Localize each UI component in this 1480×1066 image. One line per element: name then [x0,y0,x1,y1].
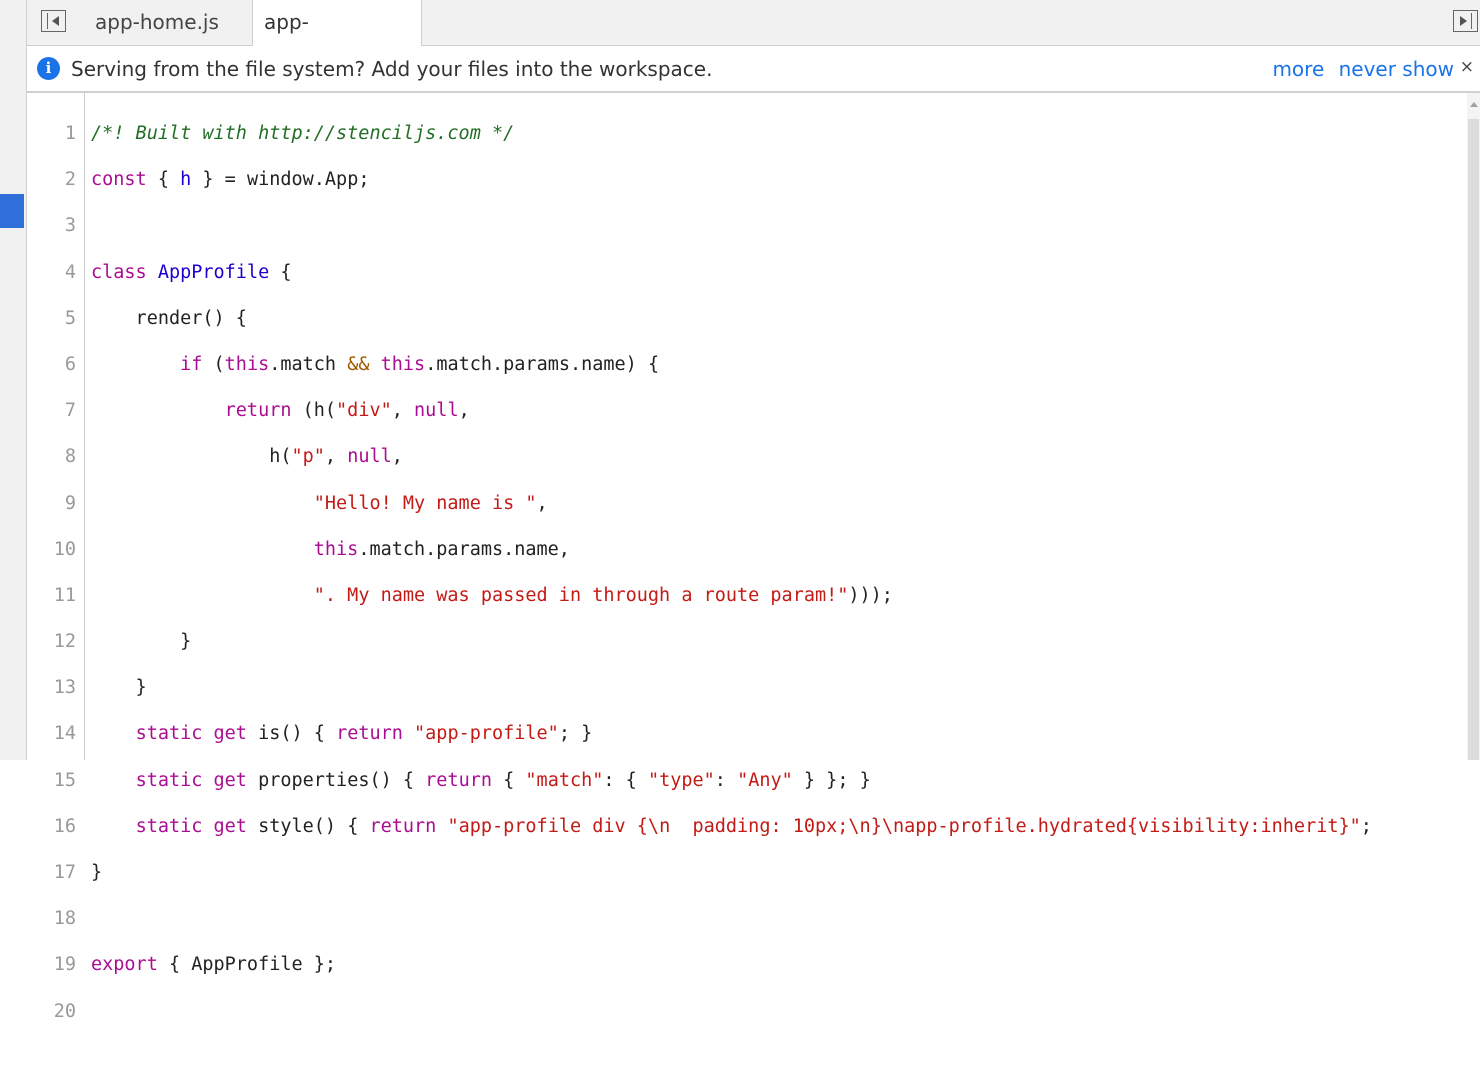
line-number: 17 [53,862,76,883]
more-link[interactable]: more [1272,57,1324,81]
line-number: 11 [53,584,76,606]
tab-app-home[interactable]: app-home.js [84,0,252,45]
code-line: 4 class AppProfile { [65,260,1372,285]
line-number: 14 [53,723,76,745]
left-panel-gutter [0,0,27,760]
line-number: 19 [53,954,76,976]
line-number: 8 [64,446,76,468]
tab-app-profile[interactable]: app-profile.js× [252,0,422,79]
infobar-message: Serving from the file system? Add your f… [71,57,713,81]
line-number-gutter [27,93,85,760]
toggle-navigator-icon[interactable] [41,10,66,32]
code-editor[interactable]: 1/*! Built with http://stenciljs.com */ … [27,93,1480,1022]
line-number: 5 [64,307,76,329]
line-number: 4 [64,261,76,283]
line-number: 6 [64,353,76,375]
line-number: 12 [53,631,76,653]
line-number: 13 [53,677,76,699]
code-line: 13 } [54,675,1372,700]
info-icon: i [37,57,60,80]
line-number: 9 [64,492,76,514]
code-line: 17} [54,860,1372,885]
code-line: 5 render() { [65,306,1372,331]
line-number: 7 [64,400,76,422]
close-icon[interactable]: × [1460,46,1474,88]
code-line: 18 [54,906,1372,931]
tab-bar: app-home.js app-profile.js× [27,0,1480,79]
code-line: 11 ". My name was passed in through a ro… [54,583,1372,608]
left-panel-marker [0,194,24,228]
code-line: 15 static get properties() { return { "m… [54,768,1372,793]
code-line: 20 [54,999,1372,1024]
scrollbar-thumb[interactable] [1468,119,1479,760]
line-number: 1 [64,123,76,144]
workspace-infobar: i Serving from the file system? Add your… [27,46,1480,93]
code-line: 16 static get style() { return "app-prof… [54,814,1372,839]
scroll-up-icon[interactable] [1470,102,1478,107]
code-line: 19 export { AppProfile }; [54,952,1372,977]
code-line: 12 } [54,629,1372,654]
code-line: 10 this.match.params.name, [54,537,1372,562]
code-line: 8 h("p", null, [65,444,1372,469]
line-number: 20 [53,1000,76,1022]
line-number: 2 [64,169,76,191]
vertical-scrollbar[interactable] [1467,93,1480,760]
code-line: 9 "Hello! My name is ", [65,491,1372,516]
toggle-debugger-icon[interactable] [1453,10,1478,32]
code-line: 1/*! Built with http://stenciljs.com */ [65,121,1372,146]
line-number: 15 [53,769,76,791]
line-number: 16 [53,815,76,837]
code-line: 14 static get is() { return "app-profile… [54,721,1372,746]
line-number: 18 [53,908,76,930]
tab-label: app-home.js [95,10,219,34]
line-number: 10 [53,538,76,560]
code-line: 6 if (this.match && this.match.params.na… [65,352,1372,377]
never-show-link[interactable]: never show [1339,57,1454,81]
code-line: 7 return (h("div", null, [65,398,1372,423]
line-number: 3 [64,215,76,237]
code-content[interactable]: 1/*! Built with http://stenciljs.com */ … [54,100,1372,1066]
code-line: 2 const { h } = window.App; [65,167,1372,192]
code-line: 3 [65,213,1372,238]
